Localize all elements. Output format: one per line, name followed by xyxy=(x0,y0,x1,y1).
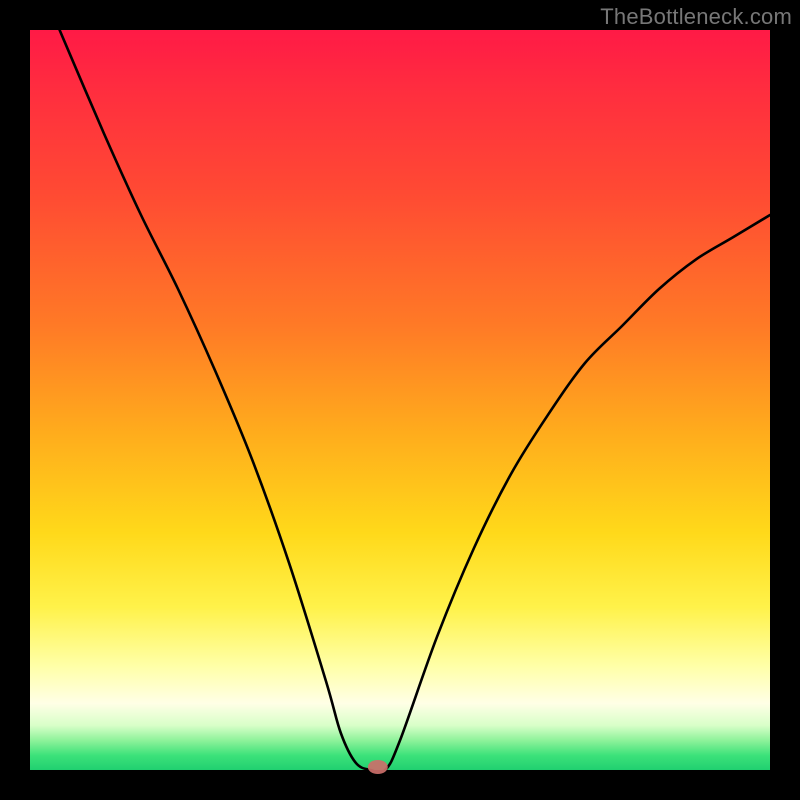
optimum-marker xyxy=(368,760,388,774)
chart-frame: TheBottleneck.com xyxy=(0,0,800,800)
curve-layer xyxy=(30,30,770,770)
watermark-text: TheBottleneck.com xyxy=(600,4,792,30)
bottleneck-curve xyxy=(60,30,770,772)
plot-area xyxy=(30,30,770,770)
